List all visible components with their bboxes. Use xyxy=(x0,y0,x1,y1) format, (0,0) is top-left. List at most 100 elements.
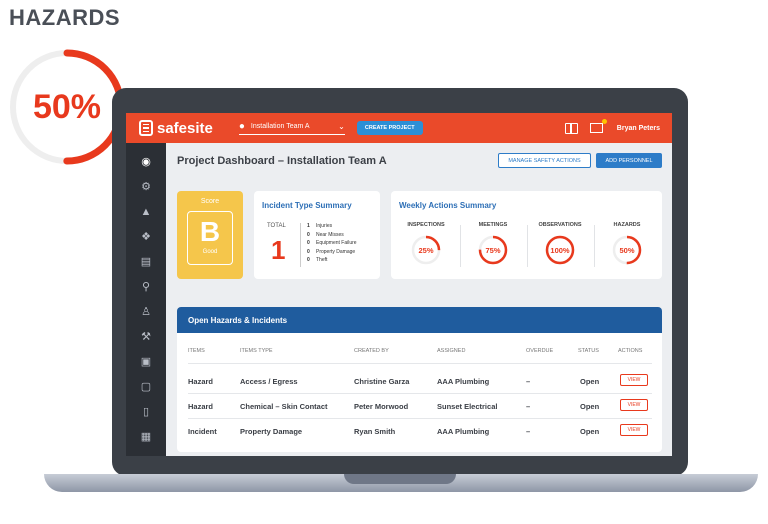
incident-summary-card: Incident Type Summary TOTAL 1 1 Injuries … xyxy=(254,191,380,279)
building-icon[interactable]: ▦ xyxy=(139,431,153,444)
row-overdue: – xyxy=(526,427,531,436)
weekly-label: OBSERVATIONS xyxy=(538,222,582,228)
incident-total-label: TOTAL xyxy=(267,223,286,229)
weekly-meetings: MEETINGS 75% xyxy=(463,222,523,266)
top-right-actions: Bryan Peters xyxy=(564,119,660,134)
row-divider xyxy=(188,418,652,419)
weekly-label: MEETINGS xyxy=(478,222,508,228)
row-type: Property Damage xyxy=(240,427,303,436)
column-header: CREATED BY xyxy=(354,348,389,354)
book-icon[interactable] xyxy=(564,122,578,134)
row-status: Open xyxy=(580,427,600,436)
open-hazards-title: Open Hazards & Incidents xyxy=(177,307,662,333)
row-type: Chemical – Skin Contact xyxy=(240,402,328,411)
row-divider xyxy=(188,393,652,394)
weekly-label: INSPECTIONS xyxy=(407,222,445,228)
team-select[interactable]: ● Installation Team A ⌄ xyxy=(238,121,345,135)
weekly-ring: 50% xyxy=(611,234,643,266)
logo-icon xyxy=(139,120,153,136)
column-header: OVERDUE xyxy=(526,348,554,354)
row-item: Incident xyxy=(188,427,217,436)
weekly-actions-card: Weekly Actions Summary INSPECTIONS 25% M… xyxy=(391,191,662,279)
hazard-warning-icon[interactable]: ▲ xyxy=(139,206,153,219)
row-assigned: AAA Plumbing xyxy=(437,427,490,436)
hazards-heading: HAZARDS xyxy=(9,5,121,30)
column-header: STATUS xyxy=(578,348,599,354)
list-item: 0 Near Misses xyxy=(307,231,344,238)
mail-icon[interactable] xyxy=(589,119,607,133)
laptop-notch xyxy=(344,474,456,484)
row-item: Hazard xyxy=(188,377,214,386)
tool-icon[interactable]: ⚒ xyxy=(139,331,153,344)
weekly-value: 100% xyxy=(550,245,570,255)
weekly-actions-title: Weekly Actions Summary xyxy=(399,201,497,210)
document-icon[interactable]: ▣ xyxy=(139,356,153,369)
list-item: 1 Injuries xyxy=(307,223,333,229)
weekly-divider xyxy=(460,225,461,267)
create-project-button[interactable]: CREATE PROJECT xyxy=(356,121,423,135)
row-status: Open xyxy=(580,402,600,411)
hazards-percent: 50% xyxy=(32,87,102,126)
weekly-value: 25% xyxy=(418,245,434,255)
safesite-logo[interactable]: safesite xyxy=(139,120,213,137)
list-item: 0 Equipment Failure xyxy=(307,240,357,246)
weekly-value: 50% xyxy=(619,245,635,255)
score-card: Score B Good xyxy=(177,191,243,279)
manage-safety-actions-button[interactable]: MANAGE SAFETY ACTIONS xyxy=(498,153,591,168)
score-grade: B xyxy=(199,216,221,247)
notification-dot xyxy=(601,119,607,124)
view-button[interactable]: VIEW xyxy=(620,374,648,386)
row-status: Open xyxy=(580,377,600,386)
column-header: ITEMS xyxy=(188,348,205,354)
row-assigned: Sunset Electrical xyxy=(437,402,498,411)
header-divider xyxy=(188,363,652,364)
column-header: ITEMS TYPE xyxy=(240,348,273,354)
incident-summary-title: Incident Type Summary xyxy=(262,201,352,210)
score-box: B Good xyxy=(187,211,233,265)
page-title: Project Dashboard – Installation Team A xyxy=(177,155,387,167)
weekly-ring: 75% xyxy=(477,234,509,266)
sidebar: ◉ ⚙ ▲ ❖ ▤ ⚲ ♙ ⚒ ▣ ▢ ▯ ▦ xyxy=(126,143,166,456)
score-label: Score xyxy=(200,198,220,205)
list-item: 0 Theft xyxy=(307,257,328,263)
weekly-value: 75% xyxy=(485,245,501,255)
mobile-icon[interactable]: ▯ xyxy=(139,406,153,419)
weekly-ring: 25% xyxy=(410,234,442,266)
row-created-by: Christine Garza xyxy=(354,377,410,386)
row-type: Access / Egress xyxy=(240,377,298,386)
team-icon[interactable]: ♙ xyxy=(139,306,153,319)
weekly-observations: OBSERVATIONS 100% xyxy=(530,222,590,266)
score-word: Good xyxy=(202,249,218,255)
dashboard-icon[interactable]: ◉ xyxy=(139,156,153,169)
weekly-divider xyxy=(527,225,528,267)
weekly-divider xyxy=(594,225,595,267)
team-select-value: Installation Team A xyxy=(250,123,310,130)
settings-icon[interactable]: ⚙ xyxy=(139,181,153,194)
search-icon[interactable]: ⚲ xyxy=(139,281,153,294)
column-header: ASSIGNED xyxy=(437,348,466,354)
location-pin-icon: ● xyxy=(238,121,245,132)
view-button[interactable]: VIEW xyxy=(620,424,648,436)
page: HAZARDS 50% safesite ● Installation Team… xyxy=(0,0,768,524)
row-overdue: – xyxy=(526,377,531,386)
incident-divider xyxy=(300,223,301,267)
weekly-hazards: HAZARDS 50% xyxy=(597,222,657,266)
user-name[interactable]: Bryan Peters xyxy=(617,125,660,132)
chevron-down-icon: ⌄ xyxy=(338,122,345,131)
top-bar: safesite ● Installation Team A ⌄ CREATE … xyxy=(126,113,672,143)
view-button[interactable]: VIEW xyxy=(620,399,648,411)
add-personnel-button[interactable]: ADD PERSONNEL xyxy=(596,153,662,168)
row-overdue: – xyxy=(526,402,531,411)
weekly-label: HAZARDS xyxy=(613,222,641,228)
list-item: 0 Property Damage xyxy=(307,248,356,255)
row-assigned: AAA Plumbing xyxy=(437,377,490,386)
weekly-inspections: INSPECTIONS 25% xyxy=(396,222,456,266)
row-created-by: Peter Morwood xyxy=(354,402,409,411)
app-screen: safesite ● Installation Team A ⌄ CREATE … xyxy=(126,113,672,456)
presentation-icon[interactable]: ▢ xyxy=(139,381,153,394)
column-header: ACTIONS xyxy=(618,348,643,354)
row-item: Hazard xyxy=(188,402,214,411)
safety-vest-icon[interactable]: ❖ xyxy=(139,231,153,244)
checklist-icon[interactable]: ▤ xyxy=(139,256,153,269)
row-created-by: Ryan Smith xyxy=(354,427,396,436)
